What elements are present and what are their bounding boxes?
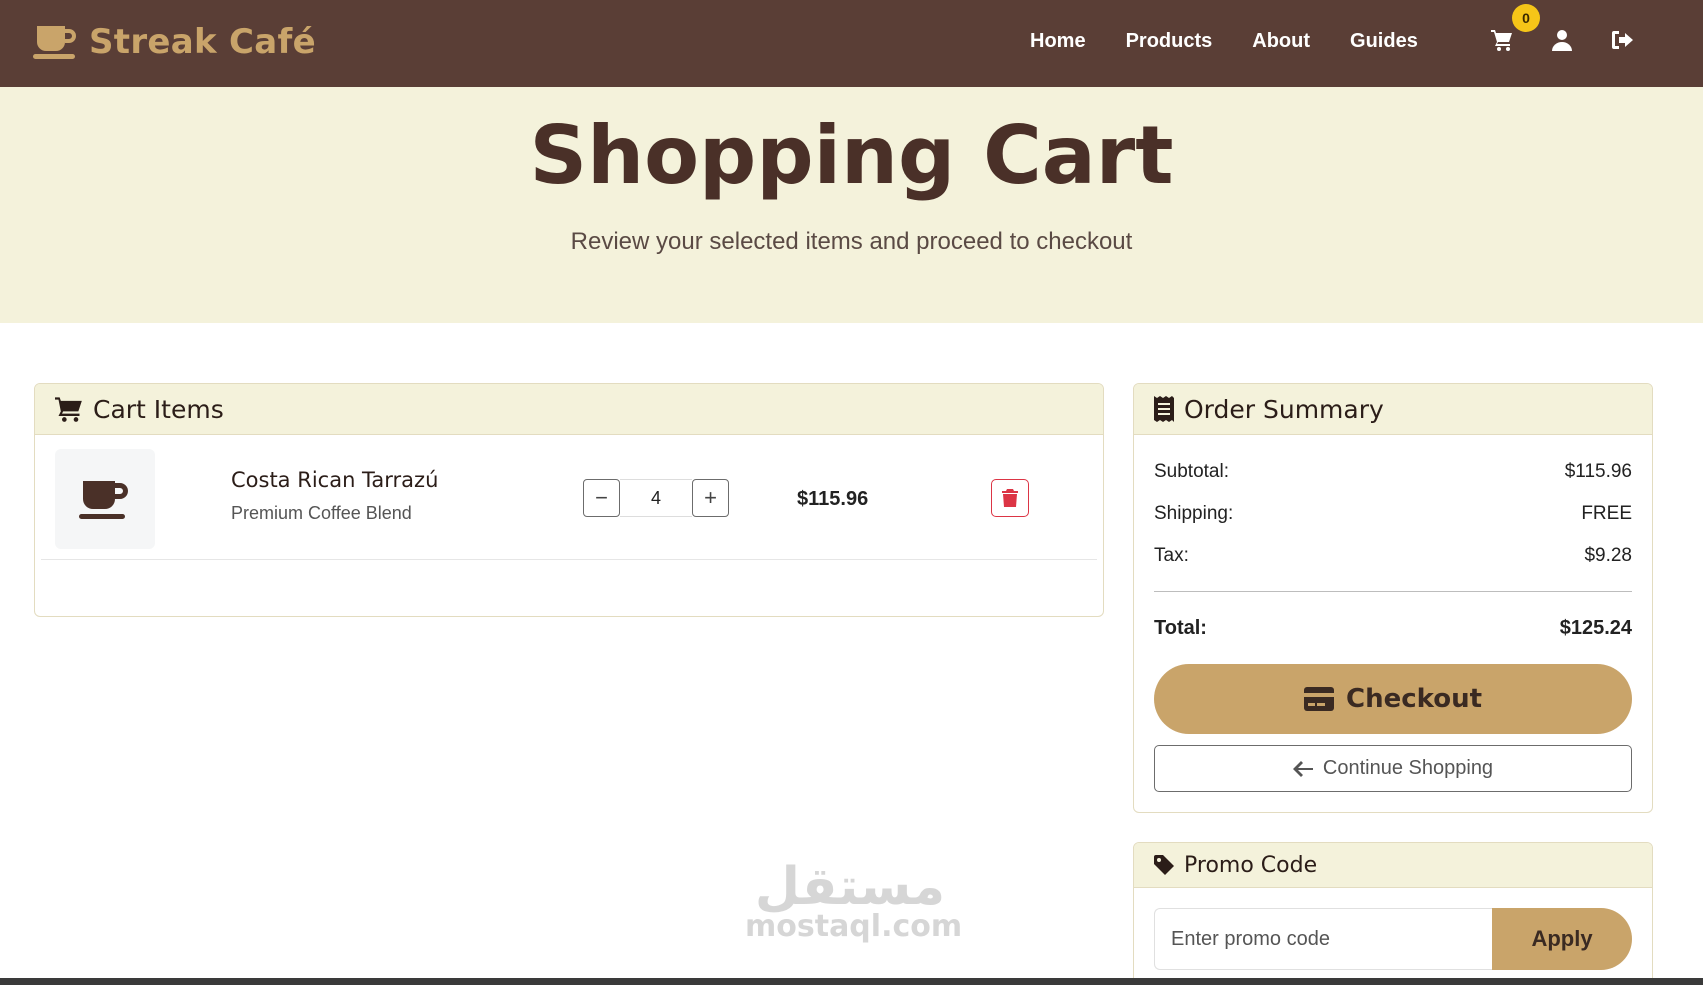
summary-divider: [1154, 591, 1632, 592]
cart-icon: [1491, 30, 1512, 51]
promo-code-input[interactable]: [1154, 908, 1494, 970]
coffee-cup-icon: [79, 481, 128, 519]
watermark-latin: mostaql.com: [745, 909, 963, 944]
shipping-label: Shipping:: [1154, 503, 1234, 524]
brand-logo-link[interactable]: Streak Café: [33, 22, 316, 62]
continue-shopping-label: Continue Shopping: [1322, 757, 1494, 779]
product-image: [55, 449, 155, 549]
page-subtitle: Review your selected items and proceed t…: [570, 228, 1133, 255]
trash-icon: [1002, 489, 1018, 507]
checkout-label: Checkout: [1345, 684, 1483, 714]
tax-label: Tax:: [1154, 545, 1189, 566]
quantity-stepper: − +: [583, 479, 729, 517]
nav-link-guides[interactable]: Guides: [1350, 30, 1418, 53]
promo-code-title: Promo Code: [1184, 852, 1318, 878]
checkout-button[interactable]: Checkout: [1154, 664, 1632, 734]
arrow-left-icon: [1292, 760, 1313, 777]
cart-count-badge: 0: [1512, 4, 1540, 32]
user-icon: [1552, 30, 1572, 51]
shipping-row: Shipping: FREE: [1154, 503, 1632, 525]
plus-icon: +: [704, 485, 717, 510]
promo-code-card: Promo Code Apply: [1133, 842, 1653, 985]
nav-links: Home Products About Guides: [1030, 30, 1418, 53]
tag-icon: [1154, 855, 1174, 875]
logout-icon: [1612, 31, 1633, 49]
product-name[interactable]: Costa Rican Tarrazú: [231, 468, 438, 492]
page-hero: Shopping Cart Review your selected items…: [0, 87, 1703, 323]
order-summary-title: Order Summary: [1184, 394, 1384, 424]
receipt-icon: [1154, 396, 1174, 422]
nav-link-about[interactable]: About: [1252, 30, 1310, 53]
cart-item-row: Costa Rican Tarrazú Premium Coffee Blend…: [41, 448, 1097, 560]
promo-code-header: Promo Code: [1134, 843, 1652, 888]
subtotal-label: Subtotal:: [1154, 461, 1229, 482]
tax-row: Tax: $9.28: [1154, 545, 1632, 567]
credit-card-icon: [1303, 687, 1334, 711]
cart-items-title: Cart Items: [93, 394, 224, 424]
shipping-value: FREE: [1581, 503, 1632, 524]
nav-link-products[interactable]: Products: [1126, 30, 1213, 53]
order-summary-header: Order Summary: [1134, 384, 1652, 435]
total-label: Total:: [1154, 617, 1207, 639]
cart-icon: [55, 397, 82, 422]
nav-link-home[interactable]: Home: [1030, 30, 1086, 53]
remove-item-button[interactable]: [991, 479, 1029, 517]
minus-icon: −: [595, 485, 608, 510]
product-description: Premium Coffee Blend: [231, 503, 412, 523]
tax-value: $9.28: [1584, 545, 1632, 566]
cart-items-header: Cart Items: [35, 384, 1103, 435]
decrease-quantity-button[interactable]: −: [583, 479, 620, 517]
top-navbar: Streak Café Home Products About Guides 0: [0, 0, 1703, 87]
order-summary-card: Order Summary Subtotal: $115.96 Shipping…: [1133, 383, 1653, 813]
nav-icons: 0: [1490, 4, 1634, 52]
quantity-input[interactable]: [620, 479, 692, 517]
subtotal-value: $115.96: [1564, 461, 1632, 482]
increase-quantity-button[interactable]: +: [692, 479, 729, 517]
page-bottom-edge: [0, 978, 1703, 985]
total-row: Total: $125.24: [1154, 617, 1632, 640]
total-value: $125.24: [1559, 617, 1632, 639]
brand-name: Streak Café: [89, 22, 317, 62]
line-item-price: $115.96: [797, 488, 869, 510]
watermark-arabic: مستقل: [754, 857, 946, 917]
cart-items-card: Cart Items Costa Rican Tarrazú Premium C…: [34, 383, 1104, 617]
apply-promo-button[interactable]: Apply: [1492, 908, 1632, 970]
subtotal-row: Subtotal: $115.96: [1154, 461, 1632, 483]
cart-button[interactable]: 0: [1490, 4, 1540, 52]
logout-button[interactable]: [1610, 28, 1634, 52]
watermark: مستقل mostaql.com: [745, 857, 963, 944]
coffee-mug-icon: [33, 26, 76, 59]
account-button[interactable]: [1550, 28, 1574, 52]
continue-shopping-button[interactable]: Continue Shopping: [1154, 745, 1632, 792]
page-title: Shopping Cart: [529, 109, 1174, 202]
